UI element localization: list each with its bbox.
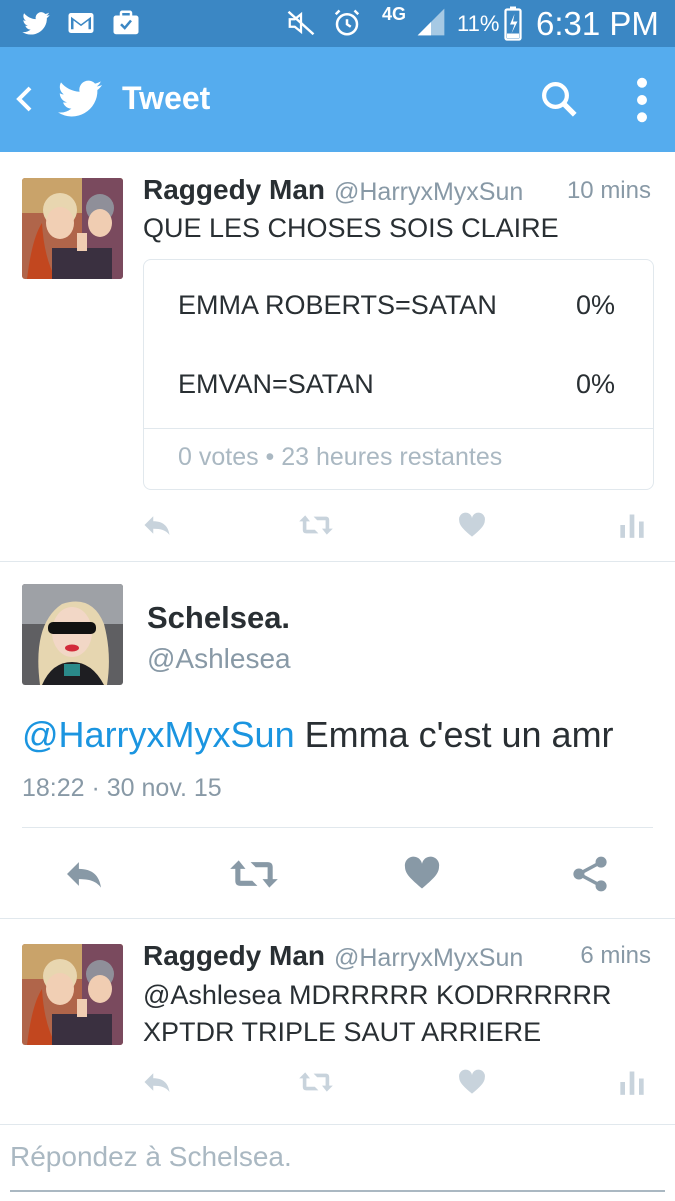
tweet-time: 6 mins (580, 942, 651, 969)
author-handle[interactable]: @HarryxMyxSun (334, 178, 523, 207)
author-name[interactable]: Raggedy Man (143, 174, 325, 206)
reply-input[interactable]: Répondez à Schelsea. (10, 1141, 292, 1173)
tweet-divider (0, 918, 675, 919)
reply-icon[interactable] (142, 1069, 172, 1095)
twitter-logo-icon (58, 80, 102, 117)
status-bar: 4G 11% 6:31 PM (0, 0, 675, 47)
briefcase-icon (113, 10, 139, 35)
reply-box[interactable]: Répondez à Schelsea. (0, 1124, 675, 1201)
like-icon[interactable] (458, 1069, 486, 1095)
clock: 6:31 PM (536, 5, 659, 42)
tweet-body: Emma c'est un amr (294, 714, 614, 755)
tweet-text: @HarryxMyxSun Emma c'est un amr (22, 714, 614, 756)
like-icon[interactable] (403, 856, 441, 890)
retweet-icon[interactable] (298, 1069, 334, 1095)
author-name[interactable]: Schelsea. (147, 600, 290, 636)
gmail-icon (68, 13, 94, 33)
search-icon[interactable] (538, 78, 580, 120)
reply-icon[interactable] (62, 857, 106, 891)
poll-option-1-label[interactable]: EMMA ROBERTS=SATAN (178, 290, 497, 321)
like-icon[interactable] (458, 512, 486, 538)
network-label: 4G (382, 4, 407, 24)
retweet-icon[interactable] (298, 512, 334, 538)
retweet-icon[interactable] (228, 857, 280, 891)
tweet-text-line-2: XPTDR TRIPLE SAUT ARRIERE (143, 1017, 542, 1047)
analytics-icon[interactable] (618, 1068, 646, 1096)
avatar[interactable] (22, 178, 123, 279)
tweet-time: 10 mins (566, 177, 651, 204)
app-bar: Tweet (0, 47, 675, 152)
alarm-icon (334, 9, 360, 36)
tweet-text: QUE LES CHOSES SOIS CLAIRE (143, 213, 559, 243)
avatar[interactable] (22, 944, 123, 1045)
more-icon[interactable] (634, 77, 650, 123)
tweet-text-line-1: @Ashlesea MDRRRRR KODRRRRRR (143, 980, 612, 1010)
page-title: Tweet (122, 80, 211, 116)
signal-icon (417, 8, 445, 36)
poll-divider (144, 428, 653, 429)
twitter-icon (22, 12, 50, 35)
author-handle[interactable]: @HarryxMyxSun (334, 944, 523, 973)
tweet-timestamp: 18:22 · 30 nov. 15 (22, 774, 222, 802)
author-handle[interactable]: @Ashlesea (147, 643, 291, 675)
poll-option-2-percent: 0% (575, 369, 615, 399)
mention-link[interactable]: @HarryxMyxSun (22, 714, 295, 755)
mute-icon (287, 10, 315, 36)
tweet-divider (22, 827, 653, 828)
share-icon[interactable] (571, 854, 609, 894)
tweet-divider (0, 561, 675, 562)
avatar[interactable] (22, 584, 123, 685)
reply-input-underline (10, 1190, 665, 1192)
poll-footer: 0 votes • 23 heures restantes (178, 443, 503, 471)
back-icon[interactable] (12, 84, 36, 114)
poll: EMMA ROBERTS=SATAN 0% EMVAN=SATAN 0% 0 v… (143, 259, 654, 490)
poll-option-1-percent: 0% (575, 290, 615, 320)
battery-icon (504, 6, 522, 41)
battery-percent: 11% (457, 11, 500, 36)
poll-option-2-label[interactable]: EMVAN=SATAN (178, 369, 374, 400)
author-name[interactable]: Raggedy Man (143, 940, 325, 972)
analytics-icon[interactable] (618, 511, 646, 539)
reply-icon[interactable] (142, 512, 172, 538)
